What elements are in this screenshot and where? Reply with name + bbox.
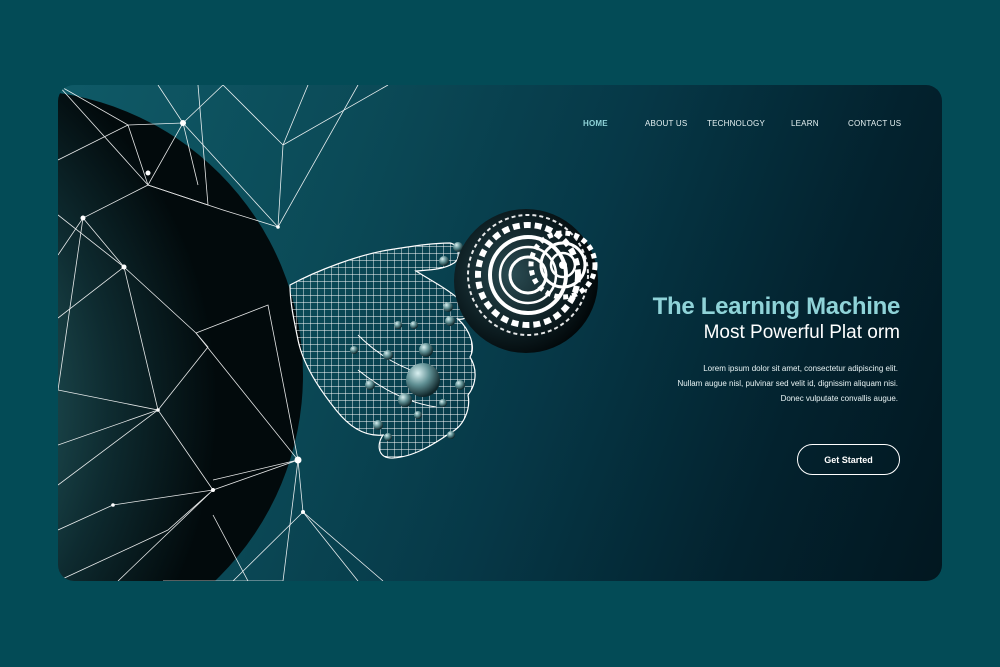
nav-about-us[interactable]: ABOUT US — [645, 119, 687, 128]
hero-title: The Learning Machine — [652, 293, 901, 320]
hero-description: Lorem ipsum dolor sit amet, consectetur … — [598, 361, 898, 406]
get-started-button[interactable]: Get Started — [797, 444, 900, 475]
nav-contact-us[interactable]: CONTACT US — [848, 119, 901, 128]
nav-technology[interactable]: TECHNOLOGY — [707, 119, 765, 128]
wireframe-robot-hand-icon — [289, 242, 476, 459]
network-sphere — [58, 92, 303, 581]
hero-description-line: Nullam augue nisl, pulvinar sed velit id… — [677, 379, 898, 388]
hero-description-line: Donec vulputate convallis augue. — [780, 394, 898, 403]
main-nav: HOME ABOUT US TECHNOLOGY LEARN CONTACT U… — [58, 119, 942, 133]
gear-orb — [454, 209, 598, 353]
page: HOME ABOUT US TECHNOLOGY LEARN CONTACT U… — [0, 0, 1000, 667]
landing-card: HOME ABOUT US TECHNOLOGY LEARN CONTACT U… — [58, 85, 942, 581]
nav-learn[interactable]: LEARN — [791, 119, 819, 128]
nav-home[interactable]: HOME — [583, 119, 608, 128]
hero-description-line: Lorem ipsum dolor sit amet, consectetur … — [703, 364, 898, 373]
hero-subtitle: Most Powerful Plat orm — [703, 322, 900, 343]
